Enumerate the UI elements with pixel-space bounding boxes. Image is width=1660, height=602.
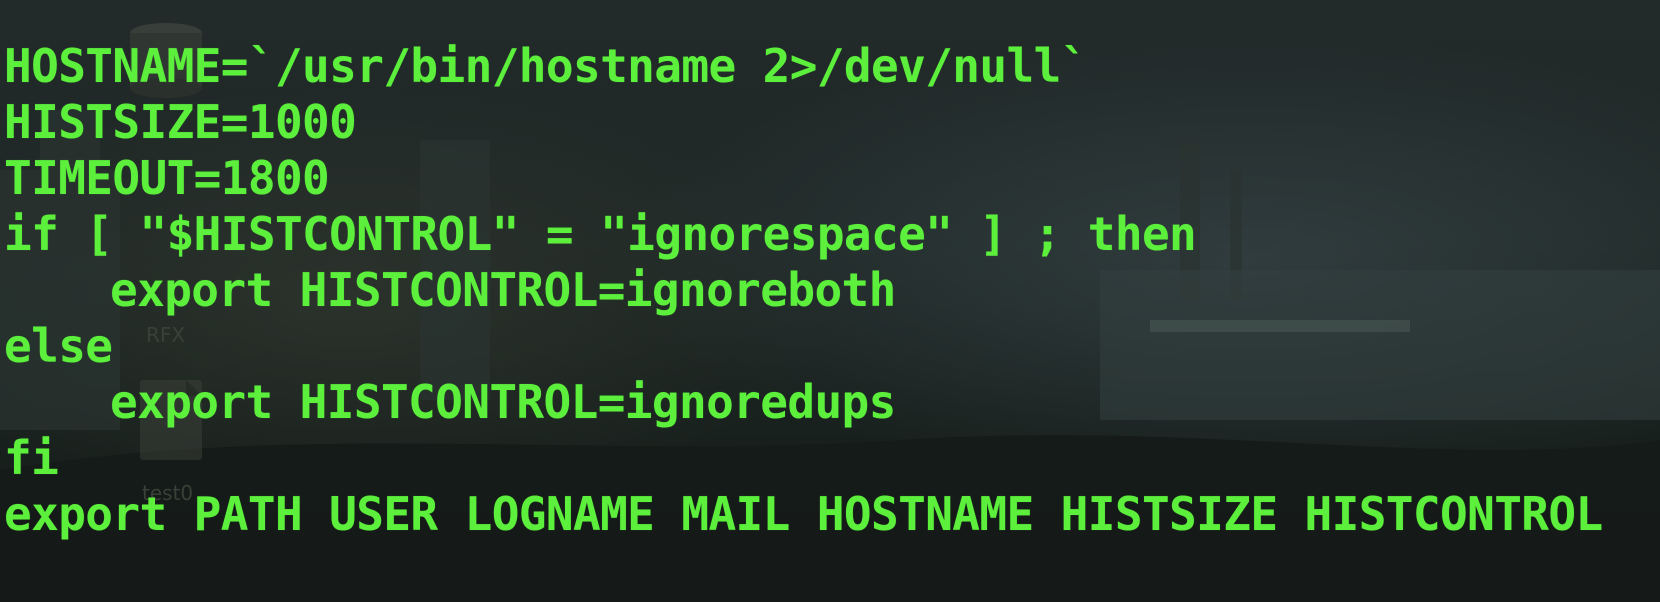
terminal-line: HOSTNAME=`/usr/bin/hostname 2>/dev/null` (4, 39, 1088, 93)
terminal-line: export HISTCONTROL=ignoreboth (110, 263, 896, 317)
terminal-output[interactable]: HOSTNAME=`/usr/bin/hostname 2>/dev/null`… (4, 38, 1603, 542)
terminal-line: fi (4, 431, 59, 485)
terminal-line: else (4, 319, 113, 373)
terminal-line: TIMEOUT=1800 (4, 151, 330, 205)
terminal-window[interactable]: RFX test0 HOSTNAME=`/usr/bin/hostname 2>… (0, 0, 1660, 602)
terminal-line: if [ "$HISTCONTROL" = "ignorespace" ] ; … (4, 207, 1197, 261)
terminal-line: export HISTCONTROL=ignoredups (110, 375, 896, 429)
terminal-line: HISTSIZE=1000 (4, 95, 357, 149)
terminal-line: export PATH USER LOGNAME MAIL HOSTNAME H… (4, 487, 1603, 541)
